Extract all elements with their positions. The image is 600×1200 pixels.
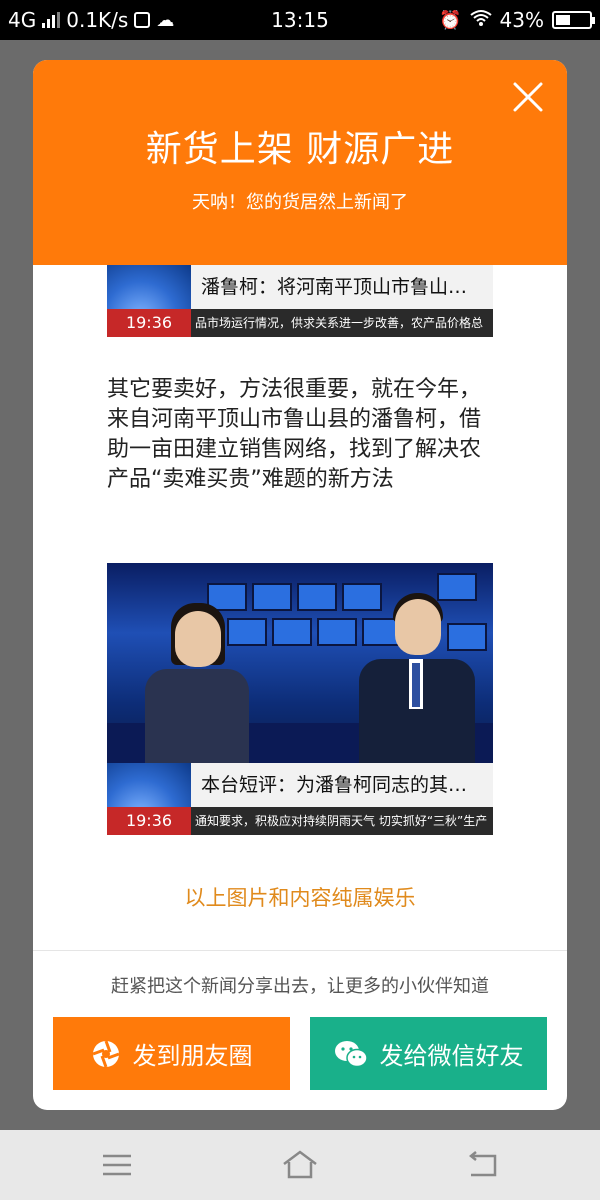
share-wechat-button[interactable]: 发给微信好友 (310, 1017, 547, 1090)
alarm-icon: ⏰ (439, 9, 462, 31)
menu-icon (103, 1154, 131, 1176)
news-caption-time: 19:36 (107, 807, 191, 835)
news-card-2: 本台短评：为潘鲁柯同志的其… 19:36 通知要求，积极应对持续阴雨天气 切实抓… (107, 563, 493, 835)
share-moments-label: 发到朋友圈 (132, 1042, 253, 1070)
modal-subtitle: 天呐！您的货居然上新闻了 (192, 192, 408, 213)
share-wechat-label: 发给微信好友 (379, 1042, 524, 1070)
news-caption-time: 19:36 (107, 309, 191, 337)
nav-home-button[interactable] (280, 1148, 320, 1182)
wifi-icon (469, 8, 492, 32)
news-caption-ticker: 品市场运行情况，供求关系进一步改善，农产品价格总 (195, 316, 484, 330)
news-caption: 本台短评：为潘鲁柯同志的其… 19:36 通知要求，积极应对持续阴雨天气 切实抓… (107, 763, 493, 835)
female-anchor (137, 603, 257, 763)
article-text: 其它要卖好，方法很重要，就在今年，来自河南平顶山市鲁山县的潘鲁柯，借助一亩田建立… (107, 377, 482, 492)
news-caption-title: 本台短评：为潘鲁柯同志的其… (191, 763, 493, 807)
news-caption: 潘鲁柯：将河南平顶山市鲁山… 19:36 品市场运行情况，供求关系进一步改善，农… (107, 265, 493, 337)
nav-menu-button[interactable] (97, 1148, 137, 1182)
close-icon (513, 82, 543, 112)
modal-title: 新货上架 财源广进 (145, 129, 455, 170)
news-logo-thumb (107, 763, 191, 807)
battery-fill (556, 15, 570, 25)
status-bar: 4G 0.1K/s ☁ 13:15 ⏰ 43% (0, 0, 600, 40)
modal-header: 新货上架 财源广进 天呐！您的货居然上新闻了 (33, 60, 567, 265)
share-modal: 新货上架 财源广进 天呐！您的货居然上新闻了 潘鲁柯：将河南平顶山市鲁山… 19… (33, 60, 567, 1110)
close-button[interactable] (511, 80, 545, 114)
news-caption-ticker: 通知要求，积极应对持续阴雨天气 切实抓好“三秋”生产 (195, 814, 488, 828)
moments-aperture-icon (91, 1039, 120, 1068)
back-icon (468, 1151, 497, 1177)
disclaimer-text: 以上图片和内容纯属娱乐 (184, 886, 416, 910)
share-moments-button[interactable]: 发到朋友圈 (53, 1017, 290, 1090)
news-card-1: 潘鲁柯：将河南平顶山市鲁山… 19:36 品市场运行情况，供求关系进一步改善，农… (107, 265, 493, 337)
battery-icon (552, 11, 595, 29)
wechat-icon (334, 1040, 368, 1067)
system-nav-bar (0, 1130, 600, 1200)
status-right: ⏰ 43% (439, 8, 595, 32)
home-icon (283, 1150, 317, 1179)
modal-content[interactable]: 潘鲁柯：将河南平顶山市鲁山… 19:36 品市场运行情况，供求关系进一步改善，农… (33, 265, 567, 950)
news-logo-thumb (107, 265, 191, 309)
male-anchor (357, 593, 477, 763)
share-prompt: 赶紧把这个新闻分享出去，让更多的小伙伴知道 (111, 976, 489, 997)
news-caption-title: 潘鲁柯：将河南平顶山市鲁山… (191, 265, 493, 309)
battery-percent: 43% (499, 8, 544, 32)
news-video-frame (107, 563, 493, 763)
nav-back-button[interactable] (463, 1148, 503, 1182)
divider (33, 950, 567, 951)
